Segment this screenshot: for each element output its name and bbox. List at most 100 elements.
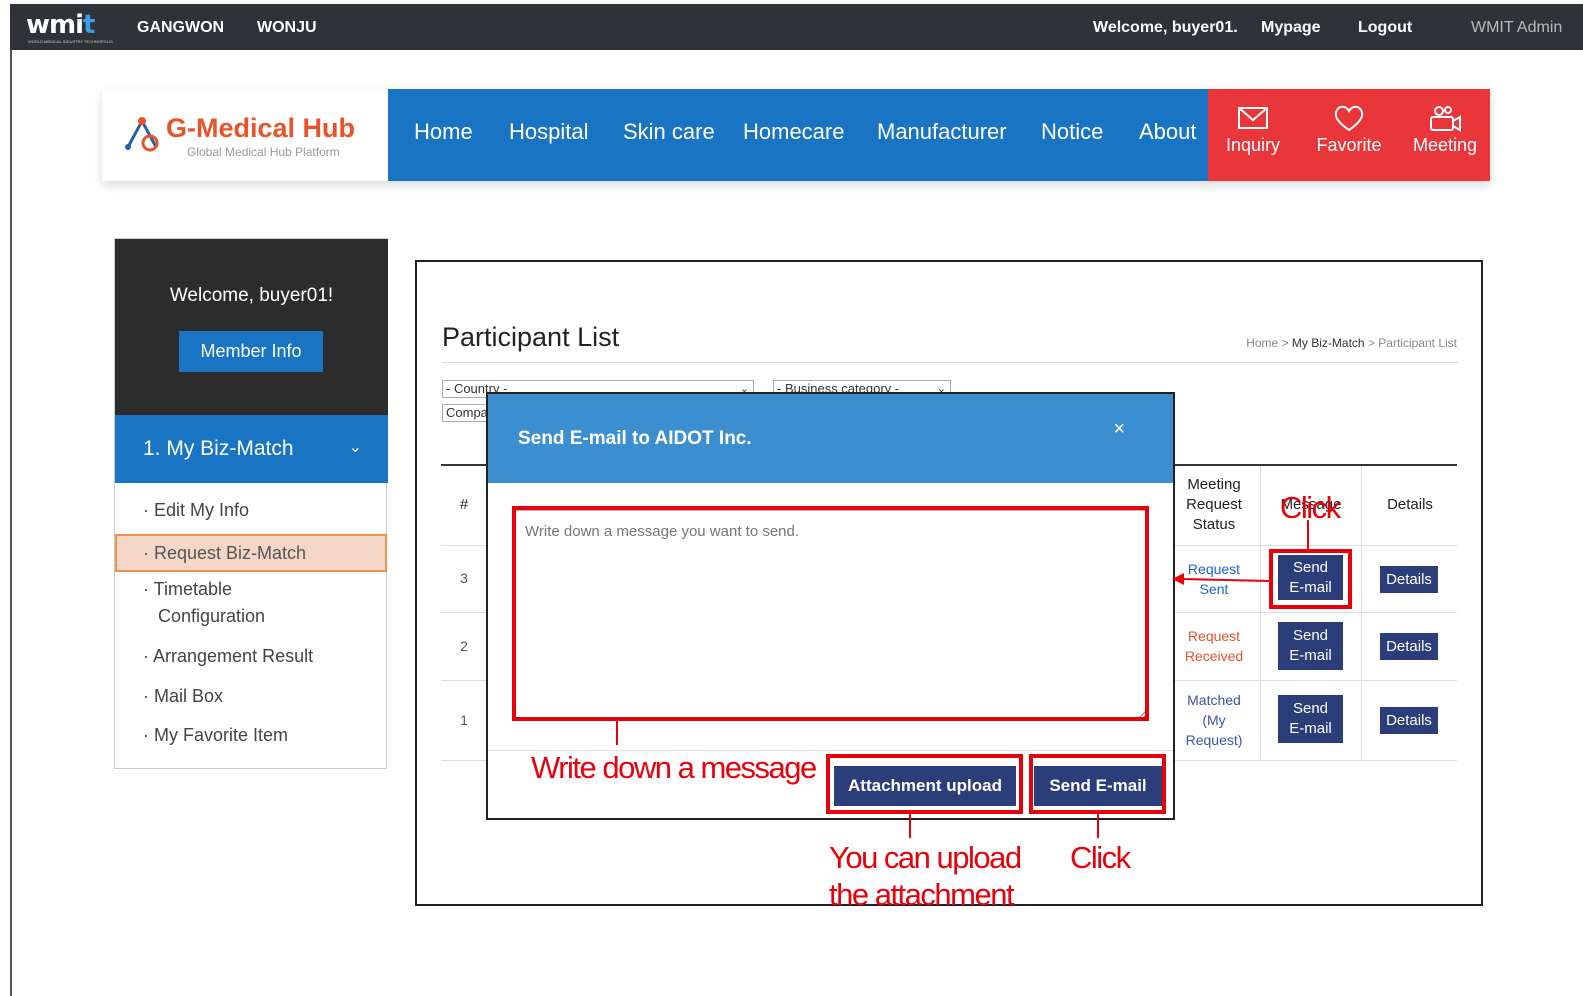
chevron-down-icon: ⌄ (348, 439, 362, 456)
annotation-click-top: Click (1280, 490, 1341, 525)
sidebar-welcome: Welcome, buyer01! (169, 285, 334, 306)
member-info-button[interactable]: Member Info (179, 331, 323, 372)
city-gangwon[interactable]: GANGWON (137, 19, 224, 37)
sidebar-item-arrangement[interactable]: · Arrangement Result (143, 646, 313, 667)
col-header-status-3: Status (1192, 516, 1236, 533)
nav-home[interactable]: Home (414, 119, 473, 145)
brand-tagline: Global Medical Hub Platform (187, 145, 340, 159)
annotation-write-message: Write down a message (531, 750, 817, 785)
status-request-received: Request (1187, 628, 1241, 644)
close-icon[interactable]: × (1113, 418, 1125, 441)
sidebar: Welcome, buyer01! Member Info 1. My Biz-… (114, 238, 388, 769)
nav-meeting[interactable]: Meeting (1400, 103, 1490, 156)
admin-link[interactable]: WMIT Admin (1471, 19, 1562, 37)
column-divider (1361, 466, 1362, 760)
send-email-label: Send (1292, 700, 1329, 717)
sidebar-item-label: Request Biz-Match (154, 543, 307, 563)
sidebar-item-mailbox[interactable]: · Mail Box (143, 686, 223, 707)
sidebar-item-timetable-line2[interactable]: Configuration (158, 606, 265, 627)
modal-title: Send E-mail to AIDOT Inc. (518, 428, 752, 449)
primary-menu: Home Hospital Skin care Homecare Manufac… (388, 89, 1208, 181)
nav-homecare[interactable]: Homecare (743, 119, 844, 145)
sidebar-item-edit-info[interactable]: · Edit My Info (143, 500, 249, 521)
status-request-received-2: Received (1184, 648, 1244, 664)
sidebar-item-request-biz-match[interactable]: · Request Biz-Match (115, 534, 387, 572)
sidebar-item-label: My Favorite Item (154, 725, 289, 745)
envelope-icon (1238, 107, 1268, 129)
nav-manufacturer[interactable]: Manufacturer (877, 119, 1007, 145)
modal-send-email-button[interactable]: Send E-mail (1034, 766, 1162, 806)
wmit-logo[interactable]: wmit (26, 10, 96, 40)
status-matched-2: (My (1202, 712, 1226, 728)
nav-inquiry[interactable]: Inquiry (1208, 103, 1298, 156)
annotation-line (616, 721, 618, 745)
nav-meeting-label: Meeting (1412, 135, 1478, 155)
page-title: Participant List (442, 322, 620, 352)
annotation-line (909, 814, 911, 838)
message-textarea[interactable] (514, 510, 1148, 720)
send-email-label-2: E-mail (1289, 720, 1332, 737)
send-email-label-2: E-mail (1289, 578, 1332, 596)
column-divider (1260, 466, 1261, 760)
breadcrumb-current: Participant List (1378, 336, 1457, 350)
row-num: 1 (460, 712, 468, 728)
wmit-logo-text: wmi (26, 10, 84, 40)
status-matched-3: Request) (1185, 732, 1243, 748)
sidebar-item-label: Edit My Info (154, 500, 250, 520)
city-wonju[interactable]: WONJU (257, 19, 317, 37)
sidebar-header: Welcome, buyer01! Member Info (115, 239, 388, 415)
annotation-upload-2: the attachment (829, 877, 1015, 912)
mypage-link[interactable]: Mypage (1261, 19, 1321, 37)
row-num: 3 (460, 570, 468, 586)
nav-notice[interactable]: Notice (1041, 119, 1103, 145)
video-meeting-icon (1430, 106, 1461, 132)
wmit-logo-subtitle: WORLD MEDICAL INDUSTRY TECHNOPOLIS (28, 39, 113, 44)
annotation-line (1097, 814, 1099, 838)
status-matched: Matched (1187, 692, 1241, 708)
send-email-label-2: E-mail (1289, 647, 1332, 664)
sidebar-item-favorite[interactable]: · My Favorite Item (143, 725, 288, 746)
send-email-label: Send (1292, 558, 1329, 576)
annotation-arrow-icon (1172, 573, 1271, 585)
brand-logo[interactable]: G-Medical Hub Global Medical Hub Platfor… (102, 89, 388, 181)
main-nav: G-Medical Hub Global Medical Hub Platfor… (102, 89, 1490, 181)
send-email-button[interactable]: Send E-mail (1278, 555, 1343, 600)
nav-favorite-label: Favorite (1316, 135, 1382, 155)
modal-header: Send E-mail to AIDOT Inc. × (488, 394, 1173, 483)
breadcrumb: Home > My Biz-Match > Participant List (1246, 336, 1457, 350)
action-menu: Inquiry Favorite Meeting (1208, 89, 1490, 181)
sidebar-section-biz-match[interactable]: 1. My Biz-Match ⌄ (115, 415, 388, 483)
details-button[interactable]: Details (1380, 707, 1438, 734)
sidebar-item-timetable[interactable]: · Timetable (143, 579, 232, 600)
top-bar: wmit WORLD MEDICAL INDUSTRY TECHNOPOLIS … (10, 4, 1583, 50)
brand-name: G-Medical Hub (166, 113, 356, 143)
nav-hospital[interactable]: Hospital (509, 119, 588, 145)
col-header-num: # (459, 496, 469, 513)
annotation-upload-1: You can upload (829, 840, 1022, 875)
title-divider (442, 362, 1458, 363)
details-button[interactable]: Details (1380, 566, 1438, 593)
nav-about[interactable]: About (1139, 119, 1197, 145)
company-input-value: Compa (446, 405, 488, 420)
nav-inquiry-label: Inquiry (1225, 135, 1281, 155)
sidebar-item-label: Arrangement Result (153, 646, 314, 666)
send-email-button[interactable]: Send E-mail (1278, 695, 1343, 743)
col-header-status: Meeting (1187, 476, 1241, 493)
send-email-label: Send (1292, 627, 1329, 644)
heart-icon (1334, 105, 1364, 132)
nav-skin-care[interactable]: Skin care (623, 119, 715, 145)
hub-logo-icon (125, 117, 159, 152)
sidebar-item-label: Mail Box (154, 686, 224, 706)
breadcrumb-home[interactable]: Home (1246, 336, 1278, 350)
welcome-text: Welcome, buyer01. (1093, 19, 1238, 36)
nav-favorite[interactable]: Favorite (1304, 103, 1394, 156)
attachment-upload-button[interactable]: Attachment upload (834, 766, 1016, 806)
wmit-logo-accent: t (83, 10, 95, 40)
col-header-details: Details (1387, 496, 1433, 513)
logout-link[interactable]: Logout (1358, 19, 1412, 37)
breadcrumb-biz-match[interactable]: My Biz-Match (1292, 336, 1365, 350)
send-email-button[interactable]: Send E-mail (1278, 622, 1343, 670)
sidebar-item-label: Timetable (153, 579, 233, 599)
row-num: 2 (460, 638, 468, 654)
details-button[interactable]: Details (1380, 633, 1438, 660)
